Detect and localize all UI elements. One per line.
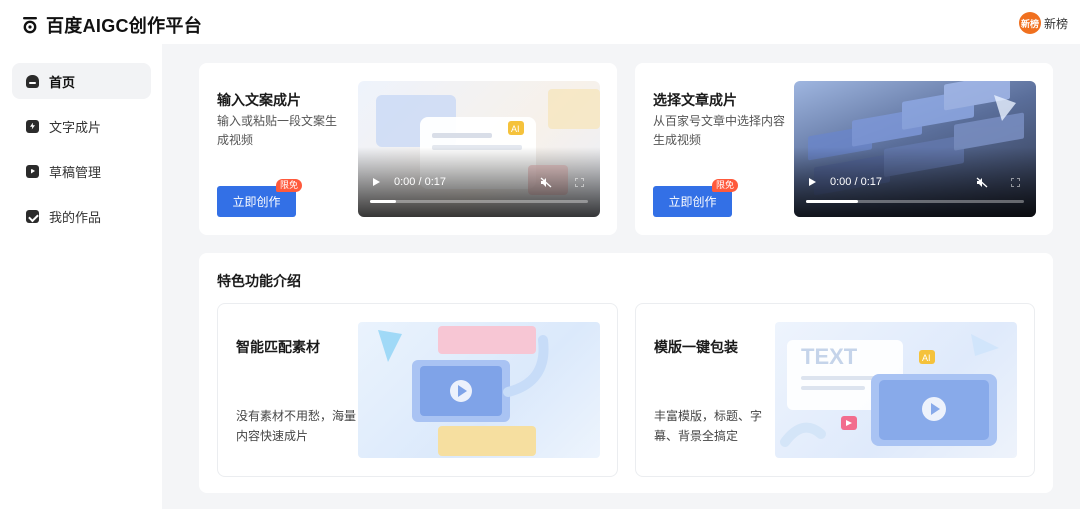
- card-title: 输入文案成片: [217, 92, 301, 108]
- section-title: 特色功能介绍: [217, 273, 301, 289]
- template-text-label: TEXT: [801, 344, 858, 369]
- draft-icon: [26, 164, 39, 178]
- feature-title: 智能匹配素材: [236, 339, 320, 355]
- works-icon: [26, 209, 39, 223]
- feature-template-package[interactable]: 模版一键包装 丰富模版，标题、字幕、背景全搞定 TEXT AI: [635, 303, 1035, 477]
- ai-label: AI: [922, 353, 931, 363]
- user-menu[interactable]: 新榜 新榜: [1018, 12, 1068, 34]
- sidebar-item-my-works[interactable]: 我的作品: [12, 198, 151, 234]
- feature-illustration: TEXT AI: [775, 322, 1017, 458]
- feature-title: 模版一键包装: [654, 339, 738, 355]
- sidebar-item-label: 文字成片: [49, 119, 102, 135]
- free-badge: 限免: [275, 179, 302, 192]
- sidebar: 首页 文字成片 草稿管理 我的作品: [0, 44, 162, 509]
- username[interactable]: 新榜: [1044, 15, 1068, 32]
- smart-match-art: [378, 326, 549, 456]
- video-progress-fill: [370, 200, 397, 203]
- feature-illustration: [358, 322, 600, 458]
- video-time: 0:00 / 0:17: [394, 176, 446, 188]
- fullscreen-icon[interactable]: [575, 178, 584, 187]
- video-progress-bar[interactable]: [370, 200, 588, 203]
- mute-icon[interactable]: [540, 177, 552, 188]
- create-now-button[interactable]: 立即创作 限免: [653, 179, 738, 217]
- card-text-to-video: 输入文案成片 输入或粘贴一段文案生成视频 立即创作 限免 AI 0:00 / 0…: [199, 63, 617, 235]
- card-article-to-video: 选择文章成片 从百家号文章中选择内容生成视频 立即创作 限免 0:00 / 0:…: [635, 63, 1053, 235]
- template-art: TEXT AI: [780, 334, 999, 447]
- create-now-button[interactable]: 立即创作 限免: [217, 179, 302, 217]
- preview-video[interactable]: AI 0:00 / 0:17: [358, 81, 600, 217]
- sidebar-item-drafts[interactable]: 草稿管理: [12, 153, 151, 189]
- logo-icon: [23, 17, 37, 34]
- text-to-video-icon: [26, 119, 39, 133]
- video-progress-fill: [806, 200, 859, 203]
- preview-video[interactable]: 0:00 / 0:17: [794, 81, 1036, 217]
- create-button-label: 立即创作: [668, 195, 717, 209]
- fullscreen-icon[interactable]: [1011, 178, 1020, 187]
- sidebar-item-text-to-video[interactable]: 文字成片: [12, 108, 151, 144]
- app-title: 百度AIGC创作平台: [46, 16, 202, 36]
- create-button-label: 立即创作: [232, 195, 281, 209]
- ai-label: AI: [511, 124, 520, 134]
- home-icon: [26, 74, 39, 88]
- mute-icon[interactable]: [976, 177, 988, 188]
- feature-smart-match[interactable]: 智能匹配素材 没有素材不用愁，海量内容快速成片: [217, 303, 618, 477]
- play-icon[interactable]: [373, 178, 380, 186]
- card-title: 选择文章成片: [653, 92, 737, 108]
- video-time: 0:00 / 0:17: [830, 176, 882, 188]
- video-progress-bar[interactable]: [806, 200, 1024, 203]
- card-description: 从百家号文章中选择内容生成视频: [653, 114, 786, 147]
- top-header: 百度AIGC创作平台 新榜 新榜: [0, 0, 1080, 44]
- sidebar-item-label: 草稿管理: [49, 164, 102, 180]
- card-description: 输入或粘贴一段文案生成视频: [217, 114, 338, 147]
- features-section: 特色功能介绍 智能匹配素材 没有素材不用愁，海量内容快速成片 模版一键包装 丰富…: [199, 253, 1053, 493]
- sidebar-item-label: 首页: [49, 74, 76, 90]
- play-icon[interactable]: [809, 178, 816, 186]
- free-badge: 限免: [711, 179, 738, 192]
- avatar[interactable]: 新榜: [1018, 12, 1041, 34]
- video-controls: 0:00 / 0:17: [794, 173, 1036, 193]
- app-logo[interactable]: 百度AIGC创作平台: [22, 12, 202, 38]
- main-content: 输入文案成片 输入或粘贴一段文案生成视频 立即创作 限免 AI 0:00 / 0…: [162, 44, 1080, 509]
- video-controls: 0:00 / 0:17: [358, 173, 600, 193]
- sidebar-item-label: 我的作品: [49, 209, 102, 225]
- feature-description: 丰富模版，标题、字幕、背景全搞定: [654, 409, 763, 443]
- feature-description: 没有素材不用愁，海量内容快速成片: [236, 409, 357, 443]
- sidebar-item-home[interactable]: 首页: [12, 63, 151, 99]
